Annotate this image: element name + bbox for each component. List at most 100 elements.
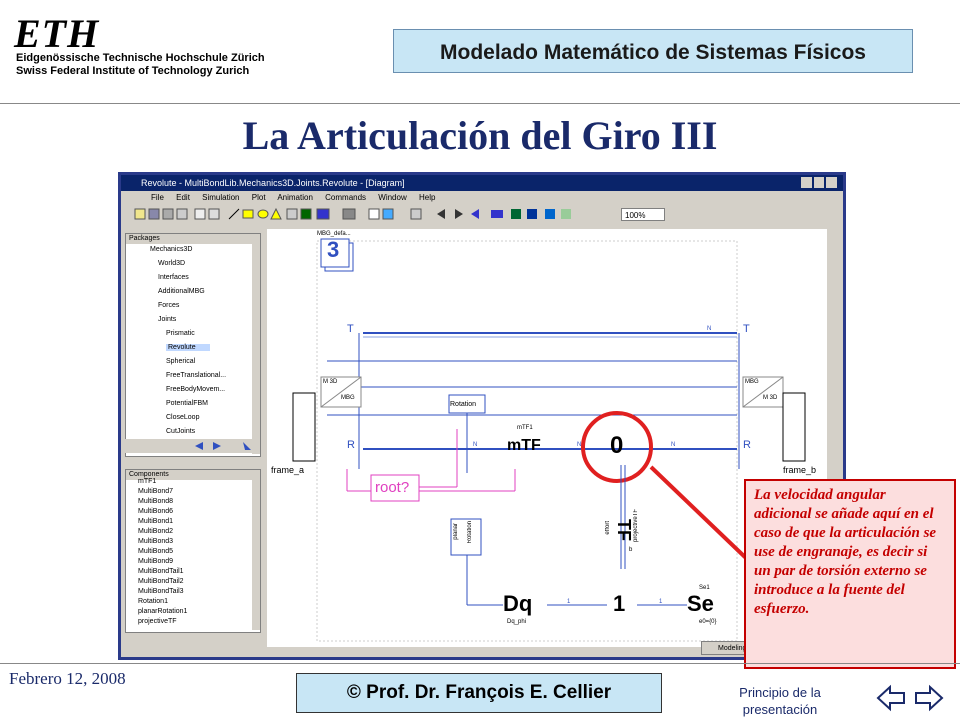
pkg-freebodymovement[interactable]: FreeBodyMovem...	[166, 386, 225, 393]
slide-title: La Articulación del Giro III	[242, 113, 718, 158]
components-pane: Components mTF1 MultiBond7 MultiBond8 Mu…	[125, 469, 261, 633]
menu-help[interactable]: Help	[419, 193, 435, 202]
menu-animation[interactable]: Animation	[277, 193, 313, 202]
copyright-box: © Prof. Dr. François E. Cellier	[296, 673, 662, 713]
comp-item[interactable]: MultiBond8	[138, 498, 173, 505]
root-label: root?	[375, 479, 410, 496]
m3d-right: M 3D	[763, 395, 778, 401]
menu-simulation[interactable]: Simulation	[202, 193, 239, 202]
menu-commands[interactable]: Commands	[325, 193, 366, 202]
one-junction: 1	[613, 591, 626, 616]
b-label: b	[629, 547, 633, 553]
mtf-element: mTF	[507, 437, 541, 454]
tf-element: TF	[614, 519, 634, 541]
comp-item[interactable]: MultiBond6	[138, 508, 173, 515]
projectivetf-label: projectiveTF	[633, 509, 639, 543]
rotation-label: Rotation	[450, 401, 477, 408]
menu-file[interactable]: File	[151, 193, 164, 202]
nav-arrows[interactable]	[876, 682, 946, 714]
comp-item[interactable]: MultiBondTail2	[138, 578, 184, 585]
comp-item[interactable]: MultiBond9	[138, 558, 173, 565]
eth-institution: Eidgenössische Technische Hochschule Zür…	[16, 52, 265, 78]
label-R-right: R	[743, 439, 751, 451]
bond-1-right: 1	[659, 599, 663, 605]
pkg-mechanics3d[interactable]: Mechanics3D	[150, 246, 192, 253]
pkg-closeloop[interactable]: CloseLoop	[166, 414, 199, 421]
pkg-freetranslational[interactable]: FreeTranslational...	[166, 372, 226, 379]
packages-header: Packages	[126, 234, 260, 244]
effort-label: effort	[605, 521, 611, 535]
zero-junction: 0	[610, 432, 624, 459]
pkg-joints[interactable]: Joints	[158, 316, 176, 323]
eth-logo: ETH	[14, 11, 100, 56]
comp-item[interactable]: MultiBond2	[138, 528, 173, 535]
comp-item[interactable]: planarRotation1	[138, 608, 187, 615]
mbg-left: MBG	[341, 395, 355, 401]
pkg-forces[interactable]: Forces	[158, 302, 179, 309]
bond-N-mid: N	[577, 442, 582, 448]
forward-arrow-icon[interactable]	[915, 684, 944, 712]
frame-b-label: frame_b	[783, 465, 817, 475]
comp-item[interactable]: MultiBondTail1	[138, 568, 184, 575]
pkg-additionalmbg[interactable]: AdditionalMBG	[158, 288, 205, 295]
bond-N-left: N	[473, 442, 478, 448]
toolbar-icons[interactable]	[121, 205, 681, 225]
mbg-right: MBG	[745, 379, 759, 385]
comp-item[interactable]: Rotation1	[138, 598, 168, 605]
back-arrow-icon[interactable]	[876, 684, 905, 712]
icon-number: 3	[327, 237, 340, 262]
se1-label: Se1	[699, 585, 710, 591]
window-title: Revolute - MultiBondLib.Mechanics3D.Join…	[141, 178, 405, 188]
annotation-callout: La velocidad angular adicional se añade …	[744, 479, 956, 669]
pkg-potentialfbm[interactable]: PotentialFBM	[166, 400, 208, 407]
maximize-button[interactable]	[813, 177, 825, 188]
comp-item[interactable]: projectiveTF	[138, 618, 177, 625]
diagram-canvas[interactable]: MBG_defa... 3 T T R R N N N N M 3D MBG M…	[267, 229, 827, 647]
bond-1-left: 1	[567, 599, 571, 605]
pkg-prismatic[interactable]: Prismatic	[166, 330, 195, 337]
bond-N-right: N	[671, 442, 676, 448]
menu-edit[interactable]: Edit	[176, 193, 190, 202]
planar-label: planar	[453, 523, 459, 540]
comp-item[interactable]: MultiBondTail3	[138, 588, 184, 595]
label-T-right: T	[743, 323, 750, 335]
slide-date: Febrero 12, 2008	[9, 669, 126, 688]
packages-scrollbar[interactable]	[252, 244, 260, 454]
label-R-left: R	[347, 439, 355, 451]
pkg-spherical[interactable]: Spherical	[166, 358, 195, 365]
comp-item[interactable]: MultiBond7	[138, 488, 173, 495]
institution-line-en: Swiss Federal Institute of Technology Zu…	[16, 65, 250, 77]
pkg-world3d[interactable]: World3D	[158, 260, 185, 267]
menu-window[interactable]: Window	[378, 193, 406, 202]
pkg-interfaces[interactable]: Interfaces	[158, 274, 189, 281]
mtf1-label: mTF1	[517, 425, 533, 431]
pkg-revolute[interactable]: Revolute	[166, 344, 210, 351]
close-button[interactable]	[826, 177, 838, 188]
institution-line-de: Eidgenössische Technische Hochschule Zür…	[16, 52, 265, 64]
header-divider	[0, 103, 960, 104]
menubar: File Edit Simulation Plot Animation Comm…	[121, 191, 843, 205]
se-element: Se	[687, 591, 714, 616]
home-link[interactable]: Principio de la presentación	[720, 684, 840, 718]
pkg-cutjoints[interactable]: CutJoints	[166, 428, 195, 435]
comp-item[interactable]: MultiBond1	[138, 518, 173, 525]
e0-label: e0={0}	[699, 619, 717, 625]
frame-a-label: frame_a	[271, 465, 305, 475]
packages-pane: Packages Mechanics3D World3D Interfaces …	[125, 233, 261, 457]
dymola-window: Revolute - MultiBondLib.Mechanics3D.Join…	[118, 172, 846, 660]
comp-item[interactable]: MultiBond3	[138, 538, 173, 545]
toolbar: 100%	[121, 205, 843, 225]
menu-plot[interactable]: Plot	[252, 193, 266, 202]
comp-item[interactable]: mTF1	[138, 478, 156, 485]
zoom-select[interactable]: 100%	[621, 208, 665, 221]
footer-divider	[0, 663, 960, 664]
window-titlebar: Revolute - MultiBondLib.Mechanics3D.Join…	[121, 175, 843, 191]
packages-nav-toolbar[interactable]	[125, 439, 259, 453]
comp-item[interactable]: MultiBond5	[138, 548, 173, 555]
planar-rotation-label: Rotation	[467, 521, 473, 544]
dq-phi-label: Dq_phi	[507, 619, 527, 625]
components-scrollbar[interactable]	[252, 480, 260, 630]
minimize-button[interactable]	[801, 177, 812, 188]
dq-element: Dq	[503, 591, 533, 616]
m3d-left: M 3D	[323, 379, 338, 385]
